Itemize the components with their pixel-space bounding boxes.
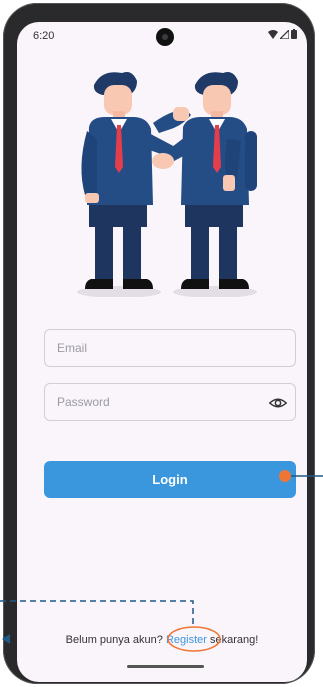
annotation-overlay [0, 470, 323, 652]
annotation-arrow [2, 634, 10, 644]
register-highlight-ring [167, 626, 221, 652]
annotation-connector-register [0, 600, 194, 624]
annotation-marker-login [279, 470, 291, 482]
